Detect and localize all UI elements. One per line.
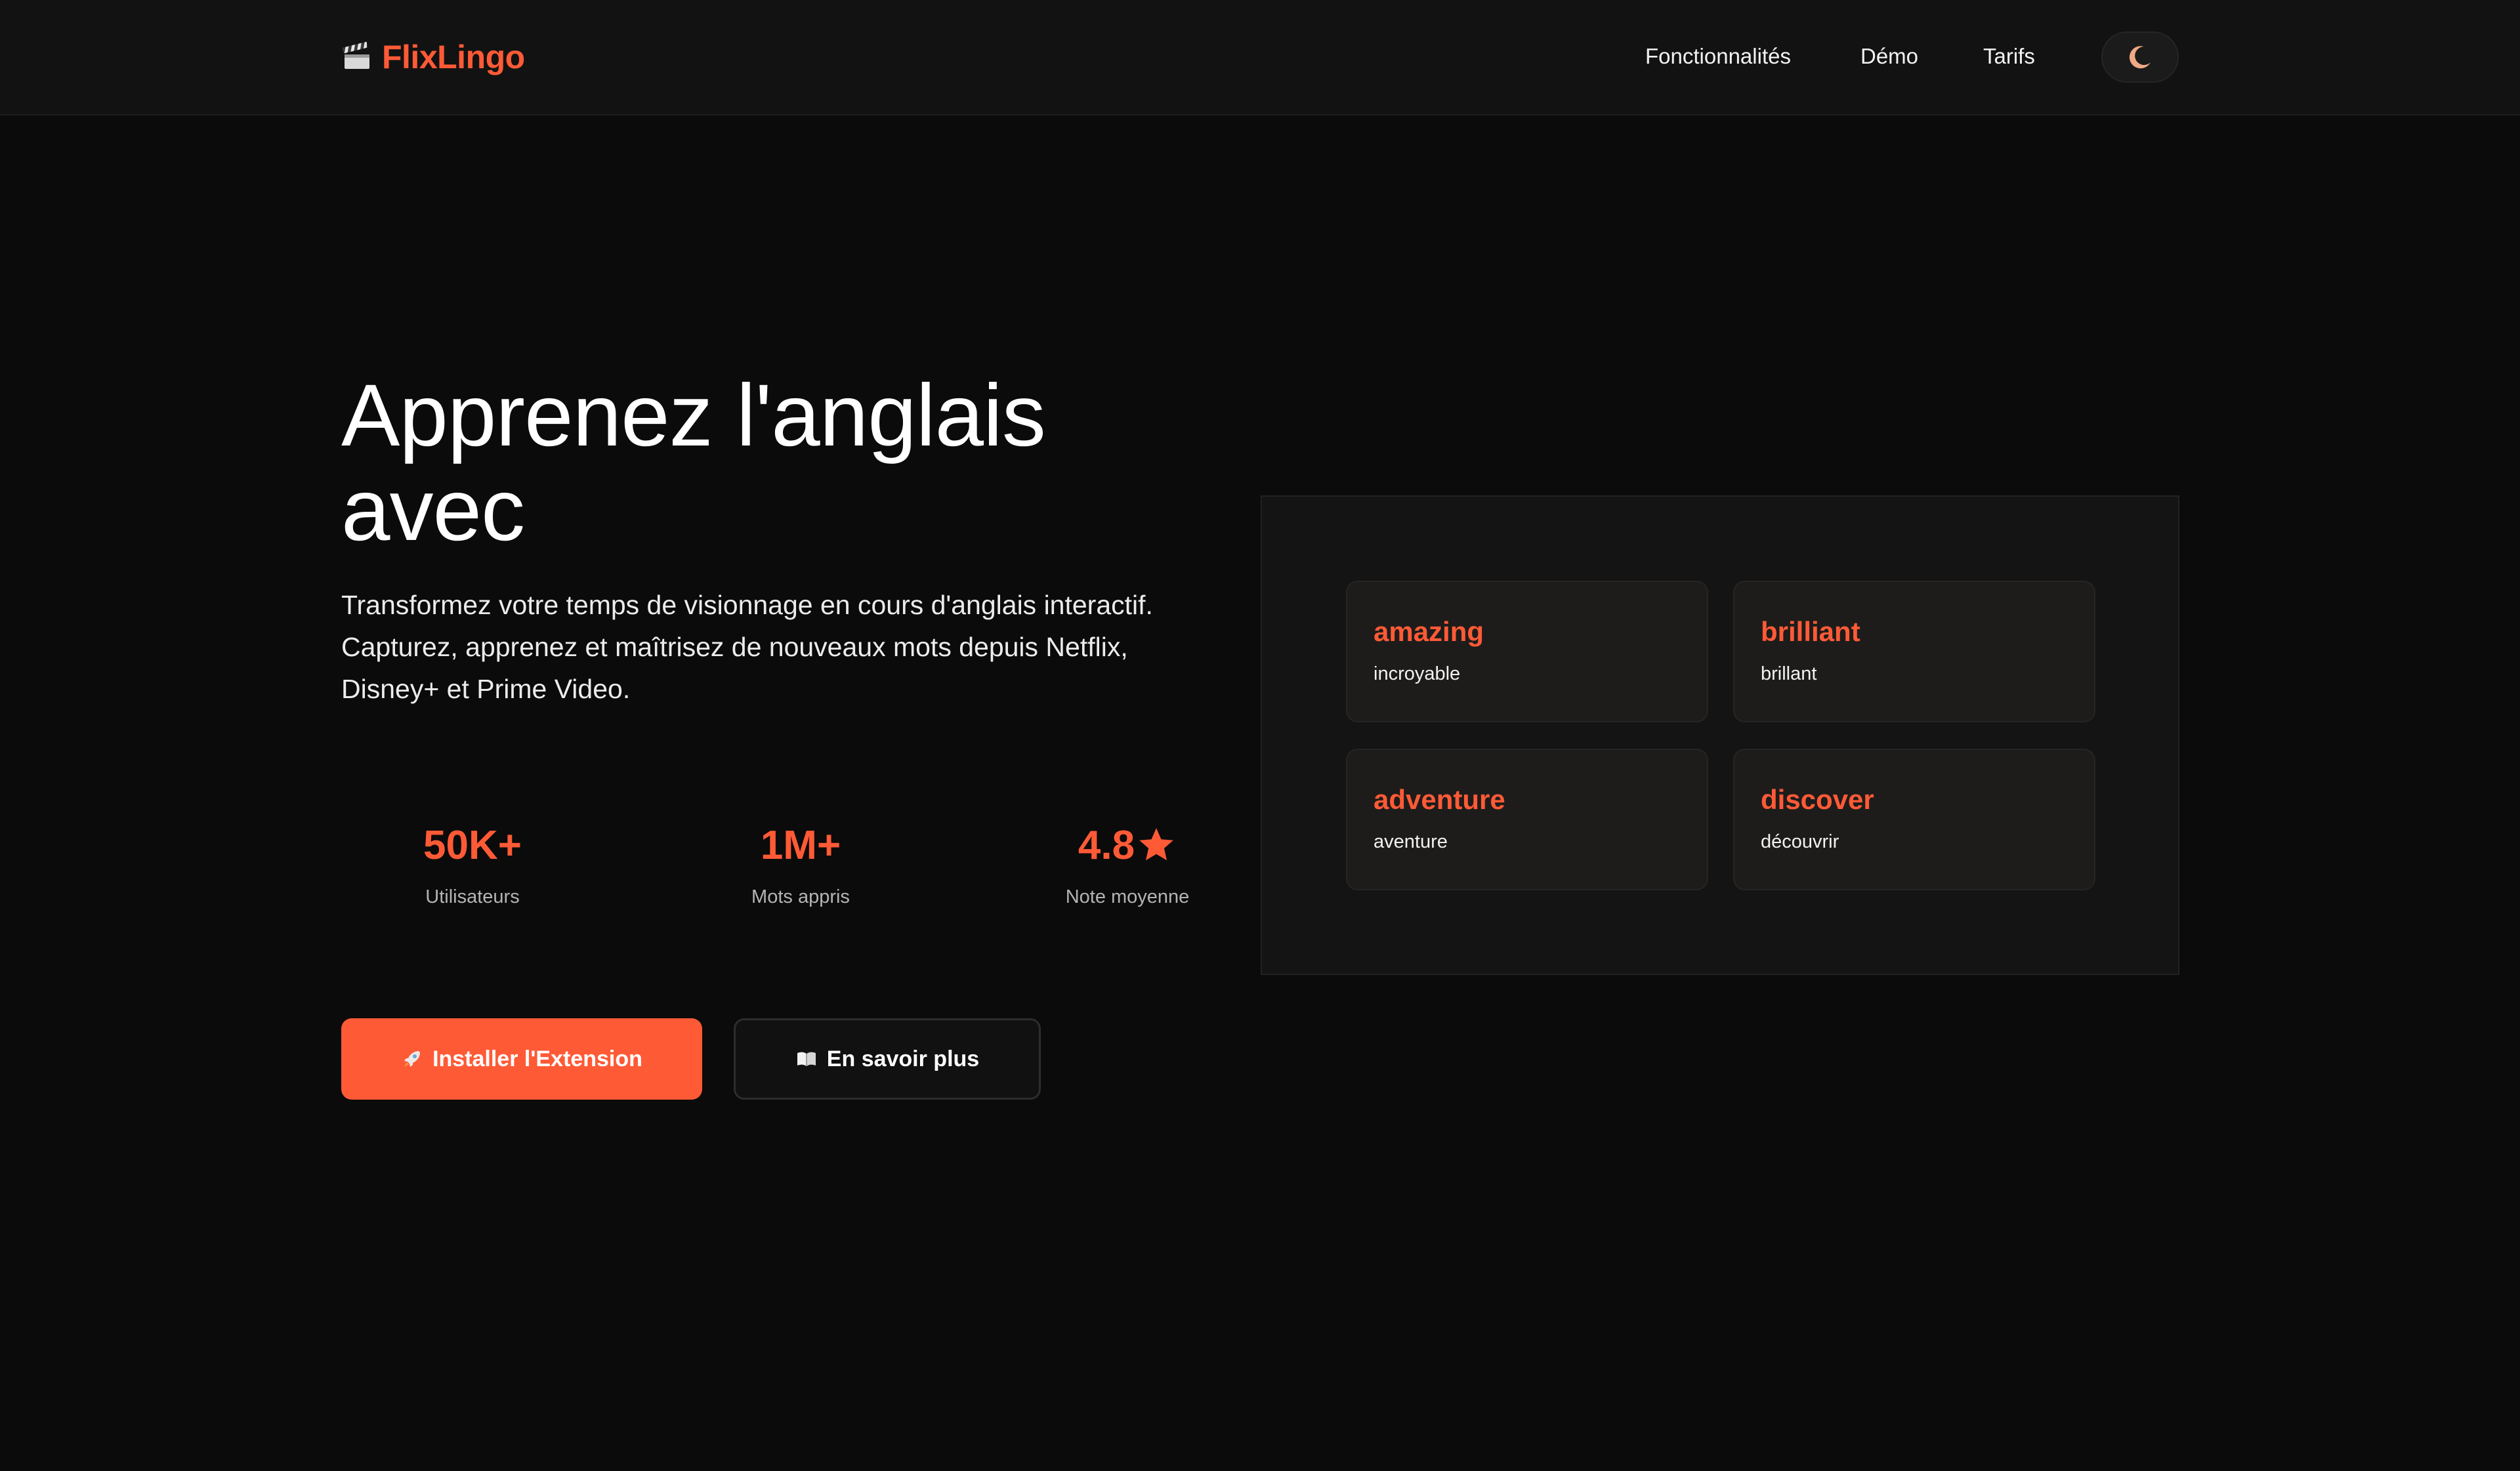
word-card[interactable]: amazing incroyable <box>1346 581 1708 722</box>
nav-link-features[interactable]: Fonctionnalités <box>1645 39 1791 73</box>
install-extension-label: Installer l'Extension <box>432 1046 642 1071</box>
nav-link-demo[interactable]: Démo <box>1860 39 1918 73</box>
stat-value: 4.8 <box>1078 817 1177 873</box>
nav-link-pricing[interactable]: Tarifs <box>1983 39 2035 73</box>
hero-title: Apprenez l'anglais avec <box>341 367 1046 559</box>
theme-toggle-button[interactable] <box>2101 31 2179 83</box>
word-card[interactable]: brilliant brillant <box>1733 581 2095 722</box>
star-icon <box>1139 828 1173 861</box>
word-english: brilliant <box>1761 616 1860 647</box>
word-translation: découvrir <box>1761 831 1839 852</box>
word-english: adventure <box>1374 784 1505 815</box>
word-translation: aventure <box>1374 831 1448 852</box>
word-card[interactable]: adventure aventure <box>1346 749 1708 890</box>
moon-icon <box>2129 46 2151 69</box>
brand-name: FlixLingo <box>382 39 525 75</box>
word-card[interactable]: discover découvrir <box>1733 749 2095 890</box>
vocabulary-preview-panel: amazing incroyable brilliant brillant ad… <box>1261 495 2179 975</box>
stat-label: Note moyenne <box>1065 886 1190 907</box>
clapperboard-icon <box>342 41 369 69</box>
learn-more-label: En savoir plus <box>826 1046 980 1071</box>
stat-value: 50K+ <box>423 817 522 873</box>
stat-value: 1M+ <box>761 817 841 873</box>
word-english: discover <box>1761 784 1874 815</box>
stat-label: Mots appris <box>751 886 850 907</box>
open-book-icon <box>797 1052 816 1066</box>
word-english: amazing <box>1374 616 1484 647</box>
stat-number: 4.8 <box>1078 822 1135 868</box>
brand-logo[interactable]: FlixLingo <box>341 34 525 80</box>
word-translation: brillant <box>1761 663 1817 684</box>
hero-subtitle: Transformez votre temps de visionnage en… <box>341 590 1153 704</box>
stat-number: 1M+ <box>760 822 841 868</box>
stat-users: 50K+ Utilisateurs <box>328 817 617 908</box>
stat-number: 50K+ <box>423 822 522 868</box>
install-extension-button[interactable]: Installer l'Extension <box>341 1018 702 1100</box>
rocket-icon <box>404 1051 421 1067</box>
word-translation: incroyable <box>1374 663 1461 684</box>
learn-more-button[interactable]: En savoir plus <box>734 1018 1041 1100</box>
stat-label: Utilisateurs <box>425 886 520 907</box>
stat-average-rating: 4.8 Note moyenne <box>983 817 1272 908</box>
stat-words-learned: 1M+ Mots appris <box>656 817 945 908</box>
site-header: FlixLingo Fonctionnalités Démo Tarifs <box>0 0 2520 115</box>
